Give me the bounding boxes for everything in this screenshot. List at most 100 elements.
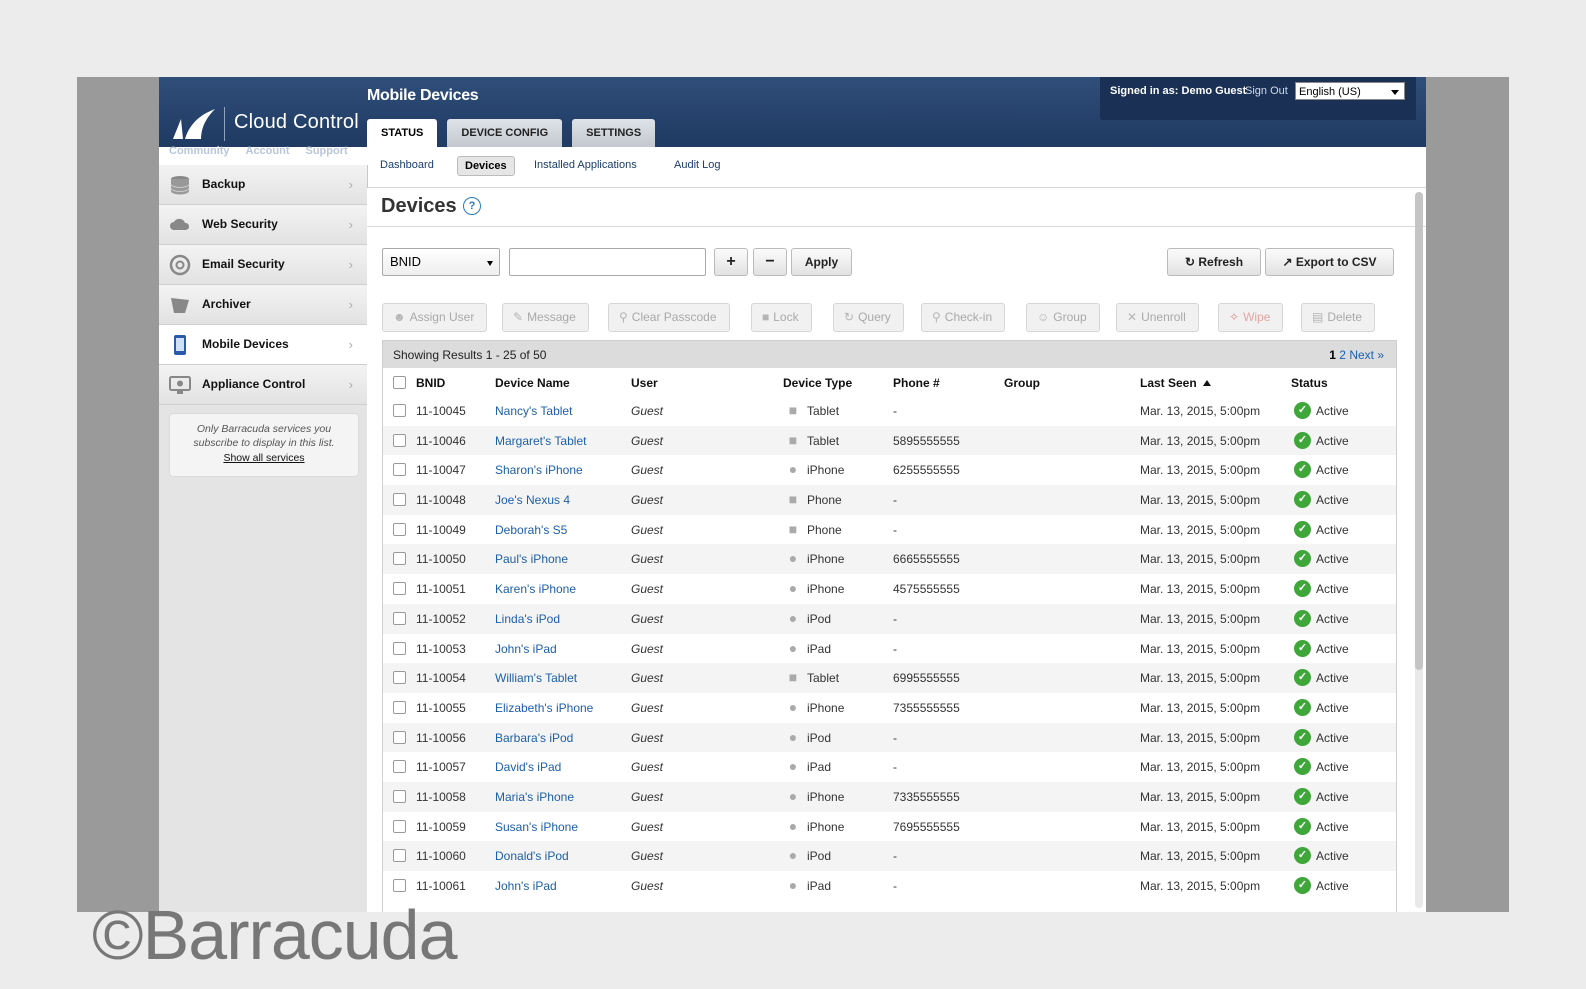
device-name-link[interactable]: Joe's Nexus 4: [495, 493, 570, 507]
tab-status[interactable]: STATUS: [367, 119, 438, 147]
device-name-link[interactable]: Maria's iPhone: [495, 790, 574, 804]
assign-user-button[interactable]: ☻ Assign User: [382, 303, 488, 332]
row-checkbox[interactable]: [393, 819, 406, 833]
column-header-user[interactable]: User: [631, 376, 658, 390]
table-row[interactable]: 11-10052 Linda's iPod Guest ● iPod - Mar. 13, …: [383, 603, 1396, 634]
subnav-devices[interactable]: Devices: [457, 156, 515, 176]
row-checkbox[interactable]: [393, 552, 406, 566]
sign-out-link[interactable]: Sign Out: [1245, 85, 1288, 97]
scrollbar-thumb[interactable]: [1415, 192, 1423, 670]
message-button[interactable]: ✎ Message: [502, 303, 589, 332]
device-name-link[interactable]: Elizabeth's iPhone: [495, 701, 593, 715]
device-name-link[interactable]: Deborah's S5: [495, 523, 567, 537]
row-checkbox[interactable]: [393, 671, 406, 685]
sidebar-item-email-security[interactable]: Email Security ›: [159, 245, 367, 285]
device-name-link[interactable]: Nancy's Tablet: [495, 404, 572, 418]
row-checkbox[interactable]: [393, 849, 406, 863]
check-in-button[interactable]: ⚲ Check-in: [921, 303, 1006, 332]
apply-button[interactable]: Apply: [791, 248, 852, 276]
device-name-link[interactable]: Linda's iPod: [495, 612, 560, 626]
group-button[interactable]: ☺ Group: [1026, 303, 1100, 332]
device-name-link[interactable]: Barbara's iPod: [495, 731, 573, 745]
clear-passcode-button[interactable]: ⚲ Clear Passcode: [608, 303, 730, 332]
device-name-link[interactable]: William's Tablet: [495, 671, 577, 685]
sidebar-item-mobile-devices[interactable]: Mobile Devices ›: [159, 325, 367, 365]
device-name-link[interactable]: Margaret's Tablet: [495, 434, 586, 448]
row-checkbox[interactable]: [393, 730, 406, 744]
device-name-link[interactable]: John's iPad: [495, 879, 557, 893]
column-header-group[interactable]: Group: [1004, 376, 1040, 390]
show-all-services-link[interactable]: Show all services: [170, 452, 358, 464]
refresh-button[interactable]: ↻ Refresh: [1167, 248, 1261, 276]
column-header-phone[interactable]: Phone #: [893, 376, 940, 390]
row-checkbox[interactable]: [393, 404, 406, 417]
table-row[interactable]: 11-10057 David's iPad Guest ● iPad - Mar. 13, …: [383, 752, 1396, 782]
table-row[interactable]: 11-10046 Margaret's Tablet Guest ■ Tablet 589…: [383, 425, 1396, 456]
table-row[interactable]: 11-10050 Paul's iPhone Guest ● iPhone 6665555…: [383, 544, 1396, 575]
row-checkbox[interactable]: [393, 522, 406, 536]
row-checkbox[interactable]: [393, 700, 406, 714]
table-row[interactable]: 11-10055 Elizabeth's iPhone Guest ● iPhone 73…: [383, 693, 1396, 723]
table-row[interactable]: 11-10048 Joe's Nexus 4 Guest ■ Phone - Mar. 13…: [383, 485, 1396, 515]
delete-button[interactable]: ▤ Delete: [1301, 303, 1376, 332]
remove-filter-button[interactable]: −: [753, 248, 787, 276]
table-row[interactable]: 11-10058 Maria's iPhone Guest ● iPhone 733555…: [383, 781, 1396, 812]
wipe-button[interactable]: ✧ Wipe: [1218, 303, 1284, 332]
device-name-link[interactable]: David's iPad: [495, 760, 561, 774]
sidebar-item-appliance-control[interactable]: Appliance Control ›: [159, 365, 367, 405]
column-header-device-name[interactable]: Device Name: [495, 376, 570, 390]
row-checkbox[interactable]: [393, 493, 406, 507]
table-row[interactable]: 11-10056 Barbara's iPod Guest ● iPod - Mar. 13…: [383, 722, 1396, 753]
table-row[interactable]: 11-10051 Karen's iPhone Guest ● iPhone 457555…: [383, 574, 1396, 604]
vertical-scrollbar[interactable]: [1415, 192, 1423, 908]
subnav-audit-log[interactable]: Audit Log: [667, 156, 727, 174]
device-name-link[interactable]: Donald's iPod: [495, 849, 569, 863]
column-header-last-seen[interactable]: Last Seen: [1140, 376, 1211, 390]
lock-button[interactable]: ■ Lock: [751, 303, 812, 332]
export-csv-button[interactable]: ↗ Export to CSV: [1265, 248, 1394, 276]
account-link[interactable]: Account: [246, 145, 290, 157]
table-row[interactable]: 11-10054 William's Tablet Guest ■ Tablet 6995…: [383, 663, 1396, 693]
device-name-link[interactable]: Susan's iPhone: [495, 820, 578, 834]
language-select[interactable]: English (US): [1295, 82, 1405, 100]
row-checkbox[interactable]: [393, 879, 406, 892]
select-all-checkbox[interactable]: [393, 376, 406, 389]
table-row[interactable]: 11-10049 Deborah's S5 Guest ■ Phone - Mar. 13,…: [383, 515, 1396, 545]
filter-field-select[interactable]: BNID: [382, 248, 500, 276]
row-checkbox[interactable]: [393, 433, 406, 447]
sidebar-item-backup[interactable]: Backup ›: [159, 165, 367, 205]
tab-device-config[interactable]: DEVICE CONFIG: [447, 119, 563, 147]
row-checkbox[interactable]: [393, 611, 406, 625]
sidebar-item-web-security[interactable]: Web Security ›: [159, 205, 367, 245]
device-name-link[interactable]: Sharon's iPhone: [495, 463, 583, 477]
subnav-dashboard[interactable]: Dashboard: [373, 156, 441, 174]
row-checkbox[interactable]: [393, 641, 406, 655]
next-page-link[interactable]: Next »: [1349, 348, 1384, 362]
column-header-bnid[interactable]: BNID: [416, 376, 445, 390]
table-row[interactable]: 11-10047 Sharon's iPhone Guest ● iPhone 62555…: [383, 455, 1396, 485]
query-button[interactable]: ↻ Query: [833, 303, 904, 332]
table-row[interactable]: 11-10053 John's iPad Guest ● iPad - Mar. 13, 2…: [383, 634, 1396, 664]
community-link[interactable]: Community: [169, 145, 230, 157]
row-checkbox[interactable]: [393, 760, 406, 774]
table-row[interactable]: 11-10060 Donald's iPod Guest ● iPod - Mar. 13,…: [383, 841, 1396, 871]
help-icon[interactable]: ?: [463, 197, 481, 215]
add-filter-button[interactable]: +: [714, 248, 748, 276]
unenroll-button[interactable]: ✕ Unenroll: [1116, 303, 1199, 332]
column-header-status[interactable]: Status: [1291, 376, 1328, 390]
device-name-link[interactable]: Karen's iPhone: [495, 582, 576, 596]
sidebar-item-archiver[interactable]: Archiver ›: [159, 285, 367, 325]
row-checkbox[interactable]: [393, 463, 406, 477]
filter-value-input[interactable]: [509, 248, 706, 276]
support-link[interactable]: Support: [306, 145, 348, 157]
row-checkbox[interactable]: [393, 582, 406, 596]
column-header-device-type[interactable]: Device Type: [783, 376, 852, 390]
subnav-installed-applications[interactable]: Installed Applications: [527, 156, 644, 174]
table-row[interactable]: 11-10061 John's iPad Guest ● iPad - Mar. 13, 2…: [383, 871, 1396, 901]
table-row[interactable]: 11-10045 Nancy's Tablet Guest ■ Tablet - Mar. …: [383, 396, 1396, 426]
page-2-link[interactable]: 2: [1339, 348, 1346, 362]
table-row[interactable]: 11-10059 Susan's iPhone Guest ● iPhone 769555…: [383, 812, 1396, 842]
device-name-link[interactable]: Paul's iPhone: [495, 552, 568, 566]
row-checkbox[interactable]: [393, 789, 406, 803]
tab-settings[interactable]: SETTINGS: [572, 119, 656, 147]
